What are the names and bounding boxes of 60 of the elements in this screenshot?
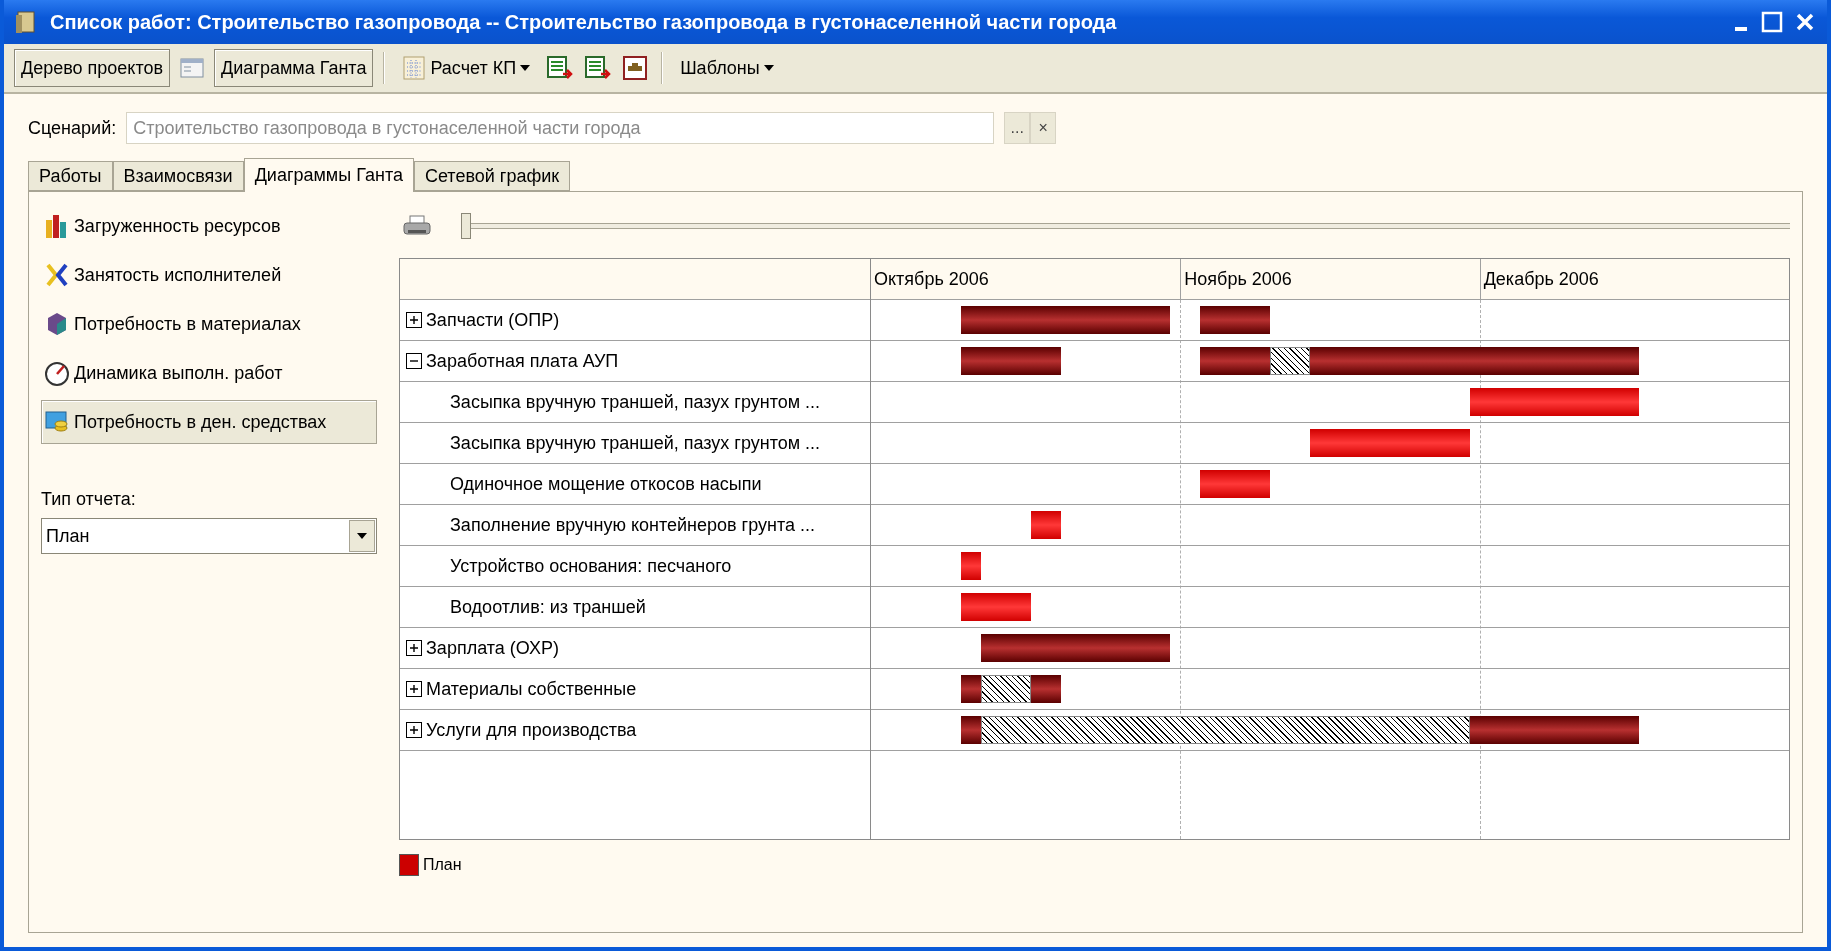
gantt-bar (1200, 306, 1271, 334)
tab[interactable]: Диаграммы Ганта (243, 158, 414, 192)
month-header: Октябрь 2006 (873, 267, 990, 291)
report-type-label: Тип отчета: (41, 489, 136, 510)
expand-icon[interactable] (406, 312, 422, 328)
select-button[interactable]: ... (1004, 112, 1031, 144)
maximize-icon[interactable] (1761, 11, 1783, 33)
hatched-bar (980, 675, 1031, 703)
legend-label: План (423, 856, 462, 874)
templates-menu[interactable]: Шаблоны (673, 49, 781, 87)
gantt-bar (960, 552, 981, 580)
gantt-bar (1200, 470, 1271, 498)
row-label: Зарплата (ОХР) (426, 637, 559, 659)
tab[interactable]: Работы (28, 161, 113, 191)
row-label: Заработная плата АУП (426, 350, 619, 372)
gantt-bar (960, 716, 981, 744)
report-button[interactable]: Потребность в ден. средствах (41, 400, 377, 444)
report-button[interactable]: Потребность в материалах (41, 302, 377, 346)
close-icon[interactable] (1795, 12, 1815, 32)
calendar-icon (402, 55, 427, 81)
row-label: Запчасти (ОПР) (426, 309, 560, 331)
project-tree-button[interactable]: Дерево проектов (14, 49, 171, 87)
row-label: Одиночное мощение откосов насыпи (450, 473, 762, 495)
row-label: Устройство основания: песчаного (450, 555, 732, 577)
scenario-label: Сценарий: (28, 117, 117, 139)
tab[interactable]: Сетевой график (413, 161, 571, 191)
caret-icon (357, 533, 367, 539)
caret-icon (520, 65, 531, 71)
report-button[interactable]: Занятость исполнителей (41, 253, 377, 297)
gauge-icon (44, 359, 70, 387)
gantt-bar (1030, 675, 1061, 703)
gantt-chart-button[interactable]: Диаграмма Ганта (214, 49, 374, 87)
app-icon (14, 9, 38, 35)
caret-icon (763, 65, 774, 71)
row-label: Заполнение вручную контейнеров грунта ... (450, 514, 815, 536)
expand-icon[interactable] (406, 722, 422, 738)
row-label: Услуги для производства (426, 719, 637, 741)
calculation-button[interactable]: Расчет КП (395, 49, 538, 87)
row-label: Засыпка вручную траншей, пазух грунтом ... (450, 391, 821, 413)
gantt-bar (960, 593, 1031, 621)
slider-thumb[interactable] (461, 213, 471, 239)
expand-icon[interactable] (406, 681, 422, 697)
expand-icon[interactable] (406, 640, 422, 656)
gantt-bar (1030, 511, 1061, 539)
collapse-icon[interactable] (406, 353, 422, 369)
window-title: Список работ: Строительство газопровода -- Строительство газопровода в густонаселенной части города (50, 10, 1118, 34)
dropdown-button[interactable] (349, 520, 375, 552)
report-type-dropdown[interactable]: План (41, 518, 377, 554)
month-header: Декабрь 2006 (1479, 259, 1789, 299)
report-button[interactable]: Загруженность ресурсов (41, 204, 377, 248)
month-header: Ноябрь 2006 (1180, 259, 1480, 299)
row-label: Материалы собственные (426, 678, 637, 700)
hatched-bar (1270, 347, 1311, 375)
row-label: Засыпка вручную траншей, пазух грунтом ... (450, 432, 821, 454)
report-button[interactable]: Динамика выполн. работ (41, 351, 377, 395)
row-label: Водоотлив: из траншей (450, 596, 646, 618)
gantt-bar (1200, 347, 1271, 375)
tab[interactable]: Взаимосвязи (112, 161, 244, 191)
gantt-bar (960, 675, 981, 703)
clear-button[interactable]: × (1030, 112, 1057, 144)
